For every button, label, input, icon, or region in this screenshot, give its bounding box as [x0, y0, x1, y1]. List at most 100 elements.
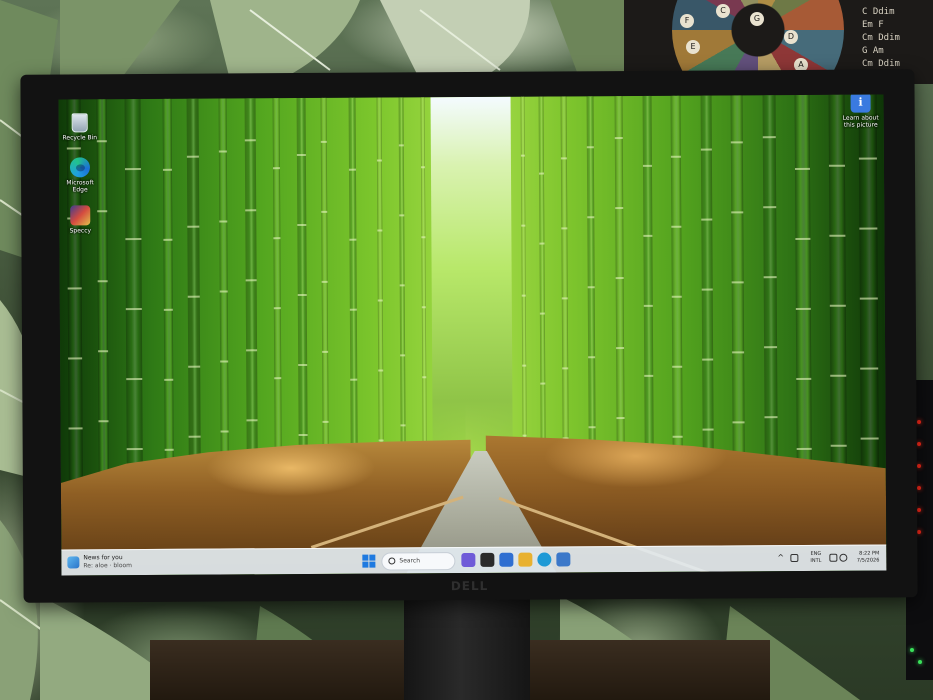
desktop-icon-label: Speccy: [69, 227, 92, 235]
bamboo-node: [162, 168, 172, 171]
bamboo-node: [218, 150, 227, 153]
bamboo-stalk: [858, 94, 879, 495]
status-led: [917, 508, 921, 512]
bamboo-node: [586, 146, 594, 149]
bamboo-node: [320, 140, 327, 143]
bamboo-node: [273, 307, 281, 310]
language-indicator[interactable]: ENG INTL: [810, 551, 821, 565]
bamboo-node: [67, 287, 82, 290]
bamboo-node: [219, 220, 228, 223]
display-icon[interactable]: [829, 553, 838, 562]
bamboo-node: [163, 238, 173, 241]
desktop-icon-label: Microsoft Edge: [66, 179, 94, 194]
clock[interactable]: 8:22 PM 7/5/2026: [849, 550, 880, 564]
system-monitor-icon[interactable]: [556, 552, 571, 567]
bamboo-node: [700, 148, 712, 151]
taskbar: News for you Re: aloe · bloom Search ^ E…: [61, 544, 887, 576]
file-explorer-icon[interactable]: [518, 552, 533, 567]
bamboo-node: [98, 420, 109, 423]
bamboo-node: [522, 364, 527, 367]
bamboo-node: [164, 378, 174, 381]
windows-start-icon: [362, 561, 369, 568]
start-button[interactable]: [362, 554, 376, 569]
leaf-wallpaper-top: [60, 0, 630, 80]
bamboo-node: [830, 444, 847, 447]
bamboo-node: [297, 223, 307, 227]
desktop-icon-recycle-bin[interactable]: Recycle Bin: [61, 113, 99, 141]
bamboo-node: [97, 280, 108, 283]
show-hidden-icons-chevron[interactable]: ^: [777, 553, 784, 562]
windows-start-icon: [369, 561, 376, 568]
wheel-note: G: [750, 12, 764, 26]
bamboo-node: [420, 166, 425, 169]
windows-start-icon: [369, 554, 376, 561]
store-icon[interactable]: [499, 552, 514, 567]
learn-about-this-picture[interactable]: i Learn about this picture: [839, 94, 883, 129]
windows-start-icon: [362, 554, 369, 561]
bamboo-node: [829, 304, 846, 307]
bamboo-node: [422, 376, 427, 379]
desktop-screen: Recycle Bin Microsoft Edge Speccy i Lear…: [58, 94, 887, 576]
bamboo-node: [764, 416, 778, 419]
bamboo-node: [702, 358, 714, 361]
bamboo-node: [763, 276, 777, 279]
volume-icon[interactable]: [839, 553, 848, 562]
bamboo-node: [398, 144, 404, 147]
bamboo-node: [378, 439, 384, 442]
bamboo-node: [672, 435, 683, 438]
bamboo-node: [670, 155, 681, 158]
bamboo-node: [643, 234, 653, 237]
edge-browser-icon[interactable]: [537, 552, 552, 567]
bamboo-node: [377, 299, 383, 302]
bamboo-node: [672, 365, 683, 368]
widget-title: News for you: [83, 554, 123, 562]
bamboo-node: [561, 227, 568, 230]
bamboo-node: [701, 218, 713, 221]
bamboo-node: [560, 157, 567, 160]
bamboo-node: [859, 227, 878, 230]
bamboo-node: [376, 159, 382, 162]
bamboo-node: [795, 307, 811, 311]
bamboo-node: [521, 224, 526, 227]
chord-row: G Am: [862, 46, 884, 56]
bamboo-node: [588, 426, 596, 429]
desktop-icon-speccy[interactable]: Speccy: [61, 205, 99, 234]
copilot-icon[interactable]: [461, 552, 476, 568]
bamboo-node: [124, 168, 141, 171]
monitor-stand: [404, 596, 530, 700]
bamboo-node: [732, 351, 745, 354]
bamboo-node: [421, 236, 426, 239]
language-code: ENG: [810, 550, 822, 557]
taskbar-search-box[interactable]: Search: [381, 552, 456, 571]
task-view-icon[interactable]: [480, 552, 495, 567]
widget-subtitle: Re: aloe · bloom: [83, 562, 133, 570]
bamboo-node: [615, 277, 624, 280]
system-tray: ^ ENG INTL 8:22 PM 7/5/2026: [777, 549, 881, 568]
bamboo-node: [125, 237, 142, 241]
bamboo-node: [671, 295, 682, 298]
status-led: [917, 530, 921, 534]
bamboo-stalk: [762, 94, 778, 496]
bamboo-stalk: [124, 94, 143, 500]
desktop-icon-microsoft-edge[interactable]: Microsoft Edge: [61, 157, 99, 193]
bamboo-node: [244, 139, 256, 142]
bamboo-node: [126, 377, 143, 381]
bamboo-node: [273, 237, 281, 240]
news-widget-button[interactable]: News for you Re: aloe · bloom: [67, 554, 159, 573]
bamboo-node: [763, 206, 777, 209]
recycle-bin-icon: [71, 113, 88, 133]
bamboo-node: [794, 167, 810, 171]
bamboo-node: [421, 306, 426, 309]
bamboo-node: [68, 427, 83, 430]
network-icon[interactable]: [790, 553, 799, 563]
bamboo-node: [349, 308, 357, 311]
bamboo-node: [220, 430, 229, 433]
status-led: [917, 420, 921, 424]
bamboo-node: [539, 172, 545, 175]
bamboo-node: [587, 286, 595, 289]
bamboo-node: [731, 211, 744, 214]
bamboo-node: [764, 346, 778, 349]
bamboo-node: [615, 207, 624, 210]
wheel-note: F: [680, 14, 694, 28]
bamboo-node: [539, 242, 545, 245]
